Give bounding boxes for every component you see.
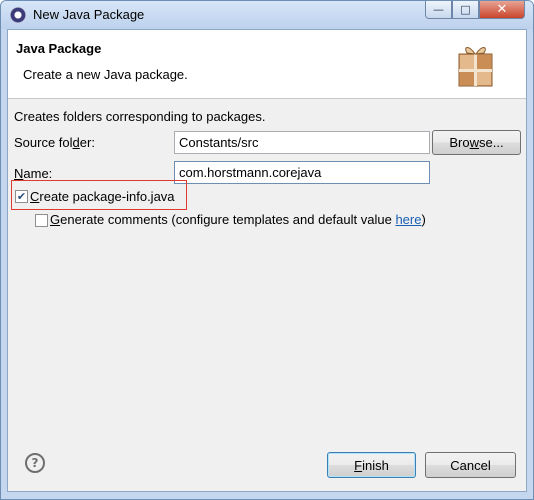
minimize-icon: — <box>433 3 444 16</box>
here-link[interactable]: here <box>395 212 421 227</box>
generate-comments-label: Generate comments (configure templates a… <box>50 212 426 227</box>
wizard-title: Java Package <box>16 41 102 56</box>
title-bar[interactable]: New Java Package — □ ✕ <box>1 1 533 29</box>
checkmark-icon: ✔ <box>16 190 27 203</box>
source-folder-label: Source folder: <box>14 135 95 150</box>
name-label: Name: <box>14 166 53 181</box>
wizard-header: Java Package Create a new Java package. <box>8 30 526 99</box>
content-description: Creates folders corresponding to package… <box>14 109 266 124</box>
package-name-input[interactable]: com.horstmann.corejava <box>174 161 430 184</box>
eclipse-icon <box>10 7 26 23</box>
dialog-body: Java Package Create a new Java package. … <box>7 29 527 492</box>
maximize-button[interactable]: □ <box>452 1 479 19</box>
minimize-button[interactable]: — <box>425 1 452 19</box>
close-icon: ✕ <box>496 2 508 17</box>
wizard-description: Create a new Java package. <box>23 67 188 82</box>
create-package-info-checkbox[interactable]: ✔ <box>15 190 28 203</box>
maximize-icon: □ <box>460 3 471 16</box>
help-icon[interactable]: ? <box>25 453 45 473</box>
dialog-window: New Java Package — □ ✕ Java Package Crea… <box>0 0 534 500</box>
window-title: New Java Package <box>33 7 145 22</box>
package-icon <box>458 47 493 87</box>
close-button[interactable]: ✕ <box>479 1 525 19</box>
finish-button[interactable]: Finish <box>327 452 416 478</box>
browse-button[interactable]: Bro w se... <box>432 130 521 155</box>
generate-comments-checkbox[interactable] <box>35 214 48 227</box>
create-package-info-label[interactable]: Create package-info.java <box>30 189 175 204</box>
cancel-button[interactable]: Cancel <box>425 452 516 478</box>
source-folder-input[interactable]: Constants/src <box>174 131 430 154</box>
